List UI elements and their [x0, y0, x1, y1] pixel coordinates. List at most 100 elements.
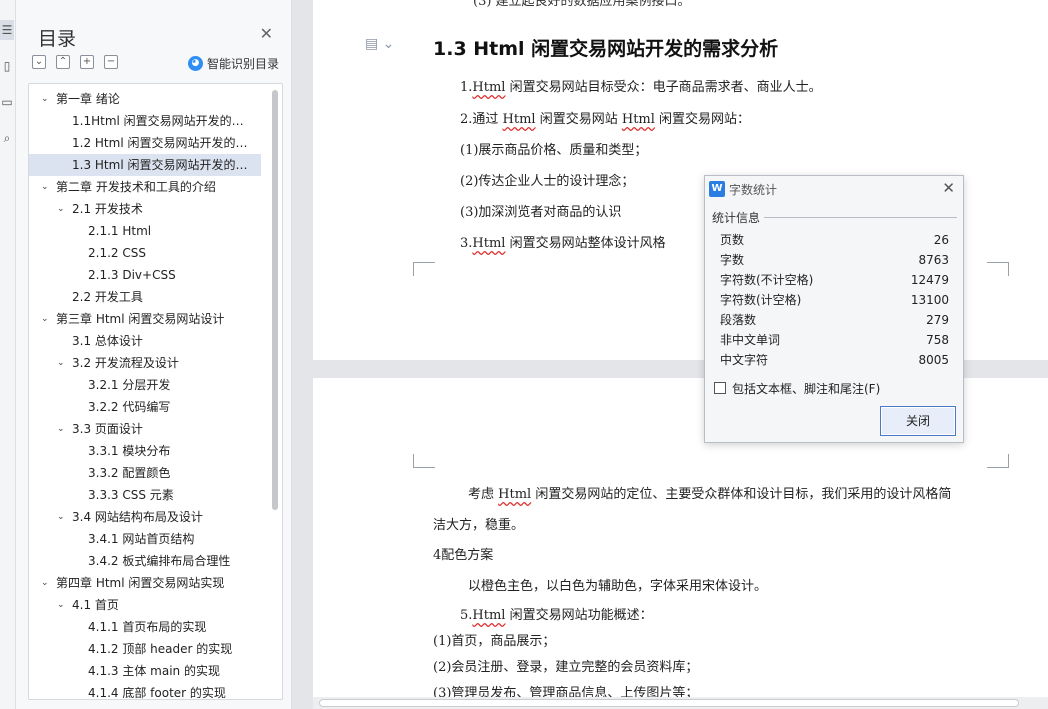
toc-item-label: 3.4.1 网站首页结构: [88, 532, 195, 546]
toc-item[interactable]: 1.3 Html 闲置交易网站开发的需求分析: [29, 154, 261, 176]
toc-item-label: 2.1.2 CSS: [88, 246, 146, 260]
toc-item[interactable]: 3.4.2 板式编排布局合理性: [29, 550, 261, 572]
toc-item[interactable]: ⌄ 4.1 首页: [29, 594, 261, 616]
chevron-down-icon[interactable]: ⌄: [57, 418, 65, 440]
collapse-all-icon[interactable]: ⌃: [56, 55, 70, 69]
toc-item[interactable]: ⌄ 3.2 开发流程及设计: [29, 352, 261, 374]
stat-value: 758: [926, 333, 949, 347]
horizontal-scrollbar[interactable]: [313, 697, 1048, 709]
toc-item[interactable]: 4.1.4 底部 footer 的实现: [29, 682, 261, 700]
page-icon[interactable]: ▭: [0, 92, 14, 112]
toc-item-label: 3.3.2 配置颜色: [88, 466, 171, 480]
chevron-down-icon[interactable]: ⌄: [41, 88, 49, 110]
paragraph: (3)加深浏览者对商品的认识: [460, 205, 622, 220]
toc-item[interactable]: 2.1.2 CSS: [29, 242, 261, 264]
paragraph: (2)传达企业人士的设计理念；: [460, 174, 635, 189]
toc-item[interactable]: 3.2.1 分层开发: [29, 374, 261, 396]
stat-label: 字符数(计空格): [720, 293, 802, 307]
add-heading-icon[interactable]: +: [80, 55, 94, 69]
stat-label: 页数: [720, 233, 745, 247]
toc-list: ⌄ 第一章 绪论 1.1Html 闲置交易网站开发的背景 1.2 Html 闲置交易网…: [29, 88, 261, 700]
toc-item-label: 3.3.3 CSS 元素: [88, 488, 174, 502]
toc-item-label: 3.2 开发流程及设计: [72, 356, 179, 370]
chevron-down-icon[interactable]: ⌄: [57, 198, 65, 220]
toc-item-label: 1.2 Html 闲置交易网站开发的意义: [72, 136, 260, 150]
margin-corner: [987, 454, 1009, 468]
toc-item[interactable]: 1.1Html 闲置交易网站开发的背景: [29, 110, 261, 132]
toc-panel: 目录 ✕ ⌄ ⌃ + − ◕ 智能识别目录 ⌄ 第一章 绪论 1.1Html 闲置交…: [16, 0, 292, 709]
include-textbox-checkbox[interactable]: [714, 382, 726, 394]
chevron-down-icon[interactable]: ⌄: [57, 594, 65, 616]
stat-row: 页数 26: [720, 230, 949, 250]
toc-item[interactable]: 1.2 Html 闲置交易网站开发的意义: [29, 132, 261, 154]
dialog-titlebar[interactable]: W 字数统计 ✕: [705, 176, 963, 202]
paragraph-menu-icon[interactable]: ▤ ⌄: [365, 36, 394, 52]
stat-value: 12479: [910, 273, 949, 287]
toc-item-label: 4.1.2 顶部 header 的实现: [88, 642, 233, 656]
stat-label: 非中文单词: [720, 333, 781, 347]
toc-item[interactable]: 3.3.1 模块分布: [29, 440, 261, 462]
paragraph: 考虑 Html 闲置交易网站的定位、主要受众群体和设计目标，我们采用的设计风格简: [468, 487, 952, 502]
paragraph: (1)展示商品价格、质量和类型；: [460, 143, 648, 158]
stat-row: 字数 8763: [720, 250, 949, 270]
stat-row: 非中文单词 758: [720, 330, 949, 350]
toc-item[interactable]: ⌄ 第一章 绪论: [29, 88, 261, 110]
toc-item-label: 4.1.4 底部 footer 的实现: [88, 686, 226, 700]
toc-item[interactable]: 3.3.2 配置颜色: [29, 462, 261, 484]
toc-item[interactable]: ⌄ 第四章 Html 闲置交易网站实现: [29, 572, 261, 594]
smart-toc-button[interactable]: ◕ 智能识别目录: [187, 55, 279, 72]
toc-item-label: 3.1 总体设计: [72, 334, 143, 348]
chevron-down-icon[interactable]: ⌄: [41, 308, 49, 330]
paragraph: (1)首页，商品展示；: [433, 634, 556, 649]
stat-value: 13100: [910, 293, 949, 307]
bookmark-icon[interactable]: ▯: [0, 56, 14, 76]
toc-item[interactable]: 4.1.2 顶部 header 的实现: [29, 638, 261, 660]
chevron-down-icon[interactable]: ⌄: [41, 572, 49, 594]
toc-item[interactable]: ⌄ 第三章 Html 闲置交易网站设计: [29, 308, 261, 330]
toc-item[interactable]: 2.1.1 Html: [29, 220, 261, 242]
toc-tree: ⌄ 第一章 绪论 1.1Html 闲置交易网站开发的背景 1.2 Html 闲置交易网…: [28, 83, 283, 700]
toc-item[interactable]: 3.1 总体设计: [29, 330, 261, 352]
toc-item[interactable]: 4.1.1 首页布局的实现: [29, 616, 261, 638]
toc-icon[interactable]: ☰: [0, 20, 14, 40]
remove-heading-icon[interactable]: −: [104, 55, 118, 69]
stat-value: 8763: [918, 253, 949, 267]
stat-label: 字数: [720, 253, 745, 267]
paragraph-cut: (3) 建立起良好的数据应用案例接口。: [473, 0, 691, 9]
close-button[interactable]: 关闭: [880, 406, 956, 436]
toc-item[interactable]: 4.1.3 主体 main 的实现: [29, 660, 261, 682]
search-icon[interactable]: ⌕: [0, 128, 14, 148]
paragraph: (2)会员注册、登录，建立完整的会员资料库；: [433, 660, 699, 675]
paragraph: 3.Html 闲置交易网站整体设计风格: [460, 236, 666, 251]
scrollbar-thumb[interactable]: [319, 699, 1019, 707]
toc-item-label: 3.3.1 模块分布: [88, 444, 171, 458]
group-divider: [763, 217, 957, 218]
toc-item-label: 2.1 开发技术: [72, 202, 143, 216]
toc-item-label: 3.4.2 板式编排布局合理性: [88, 554, 231, 568]
margin-corner: [987, 262, 1009, 276]
toc-item[interactable]: 2.2 开发工具: [29, 286, 261, 308]
stat-row: 中文字符 8005: [720, 350, 949, 370]
side-icon-strip: ☰ ▯ ▭ ⌕: [0, 0, 16, 709]
chevron-down-icon[interactable]: ⌄: [57, 352, 65, 374]
chevron-down-icon[interactable]: ⌄: [41, 176, 49, 198]
toc-scrollbar[interactable]: [272, 90, 278, 510]
toc-item[interactable]: ⌄ 3.4 网站结构布局及设计: [29, 506, 261, 528]
stat-row: 字符数(计空格) 13100: [720, 290, 949, 310]
close-icon[interactable]: ✕: [260, 26, 273, 42]
toc-item[interactable]: 3.2.2 代码编写: [29, 396, 261, 418]
expand-all-icon[interactable]: ⌄: [32, 55, 46, 69]
close-icon[interactable]: ✕: [942, 179, 955, 197]
stat-row: 段落数 279: [720, 310, 949, 330]
toc-item[interactable]: 3.3.3 CSS 元素: [29, 484, 261, 506]
toc-item[interactable]: ⌄ 2.1 开发技术: [29, 198, 261, 220]
toc-item-label: 2.1.1 Html: [88, 224, 152, 238]
toc-item[interactable]: ⌄ 第二章 开发技术和工具的介绍: [29, 176, 261, 198]
toc-item[interactable]: 3.4.1 网站首页结构: [29, 528, 261, 550]
toc-item-label: 1.3 Html 闲置交易网站开发的需求分析: [72, 158, 261, 172]
chevron-down-icon[interactable]: ⌄: [57, 506, 65, 528]
stats-group-label: 统计信息: [712, 209, 765, 226]
toc-item[interactable]: 2.1.3 Div+CSS: [29, 264, 261, 286]
toc-item[interactable]: ⌄ 3.3 页面设计: [29, 418, 261, 440]
stat-value: 26: [933, 233, 949, 247]
